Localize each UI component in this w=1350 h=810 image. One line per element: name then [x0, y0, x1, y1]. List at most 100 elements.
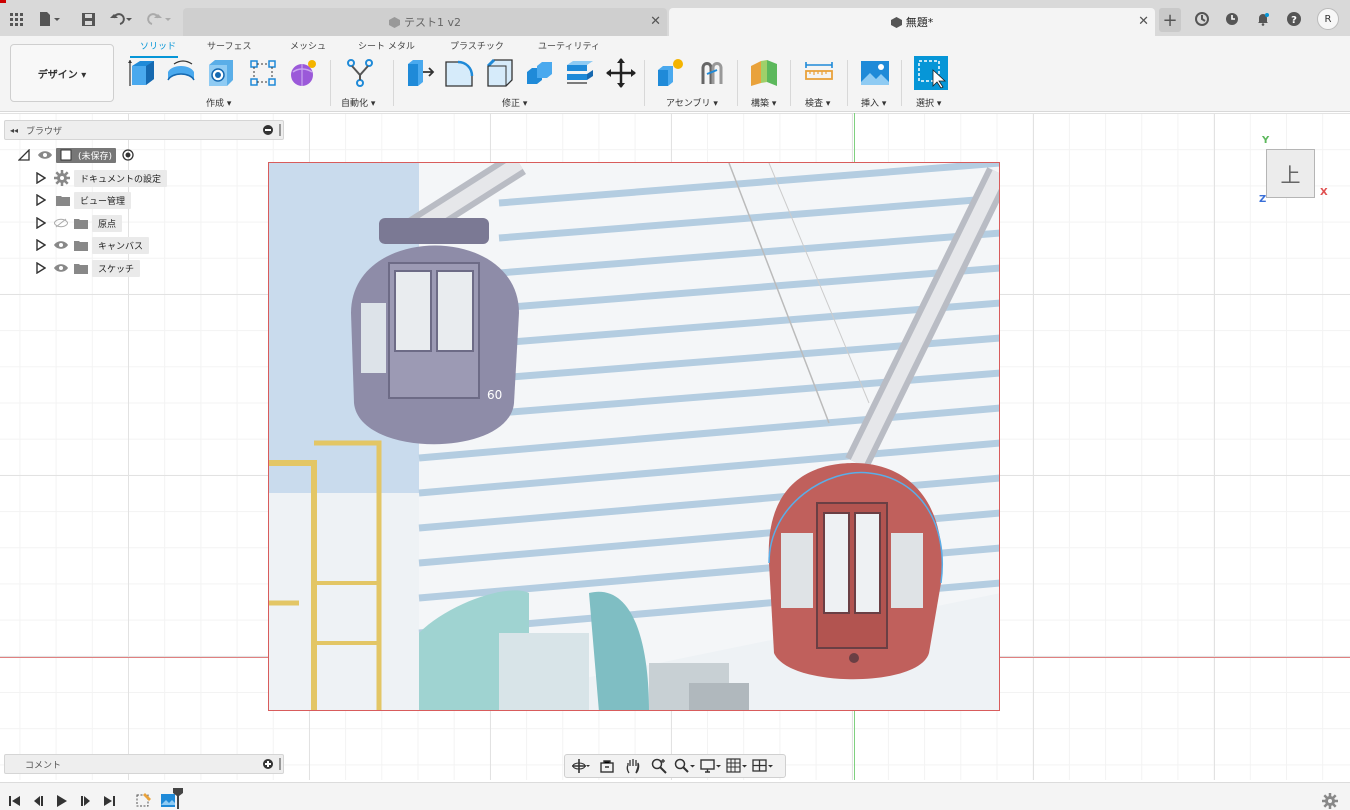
tab-sheet-metal[interactable]: シート メタル	[358, 39, 415, 52]
new-tab-button[interactable]: +	[1159, 8, 1181, 32]
fit-zoom-icon[interactable]	[673, 756, 697, 776]
undo-icon[interactable]	[108, 8, 136, 30]
group-inspect-label[interactable]: 検査 ▾	[805, 96, 830, 109]
browser-root-node[interactable]: (未保存)	[18, 146, 134, 164]
play-icon[interactable]	[55, 795, 69, 807]
go-to-start-icon[interactable]	[8, 795, 22, 807]
group-select-label[interactable]: 選択 ▾	[916, 96, 941, 109]
fillet-icon[interactable]	[444, 58, 474, 88]
minimize-panel-icon[interactable]	[263, 125, 273, 135]
item-label: キャンバス	[92, 236, 150, 254]
group-insert-label[interactable]: 挿入 ▾	[861, 96, 886, 109]
tab-utilities[interactable]: ユーティリティ	[538, 39, 600, 52]
activate-radio-icon[interactable]	[122, 149, 134, 161]
grid-settings-icon[interactable]	[725, 756, 749, 776]
timeline-sketch-feature-icon[interactable]	[136, 792, 152, 808]
tab-mesh[interactable]: メッシュ	[290, 39, 326, 52]
root-component-chip[interactable]: (未保存)	[56, 147, 117, 163]
tab-solid[interactable]: ソリッド	[140, 39, 176, 52]
panel-grip-handle[interactable]	[279, 124, 281, 136]
pan-hand-icon[interactable]	[621, 756, 645, 776]
ribbon-separator	[847, 60, 848, 106]
joint-icon[interactable]	[697, 58, 727, 88]
document-tab-2[interactable]: 無題* ✕	[669, 8, 1155, 36]
help-icon[interactable]: ?	[1284, 8, 1304, 30]
orbit-icon[interactable]	[569, 756, 593, 776]
collapsed-triangle-icon[interactable]	[36, 239, 46, 251]
group-assemble-label[interactable]: アセンブリ ▾	[666, 96, 718, 109]
item-label: 原点	[92, 214, 123, 232]
panel-grip-handle[interactable]	[279, 758, 281, 770]
look-at-icon[interactable]	[595, 756, 619, 776]
browser-panel-header[interactable]: ◂◂ ブラウザ	[4, 120, 284, 140]
redo-icon[interactable]	[144, 8, 174, 30]
root-label: (未保存)	[78, 151, 113, 162]
job-status-icon[interactable]	[1192, 8, 1212, 30]
eye-hidden-icon[interactable]	[54, 218, 68, 228]
comments-panel-header[interactable]: コメント	[4, 754, 284, 774]
shell-icon[interactable]	[565, 58, 595, 88]
eye-icon[interactable]	[54, 240, 68, 250]
group-automate-label[interactable]: 自動化 ▾	[341, 96, 375, 109]
viewcube[interactable]: Y 上 X Z	[1258, 135, 1330, 209]
timeline-settings-gear-icon[interactable]	[1322, 793, 1338, 809]
measure-icon[interactable]	[804, 58, 834, 88]
save-icon[interactable]	[78, 8, 98, 30]
user-avatar[interactable]: R	[1317, 8, 1339, 30]
group-create-label[interactable]: 作成 ▾	[206, 96, 231, 109]
close-tab-icon[interactable]: ✕	[1138, 14, 1149, 29]
ribbon-separator	[330, 60, 331, 106]
create-form-icon[interactable]	[288, 58, 318, 88]
canvas-image-ferris-wheel[interactable]: 60	[268, 162, 1000, 711]
automate-icon[interactable]	[345, 58, 375, 88]
browser-item-document-settings[interactable]: ドキュメントの設定	[36, 169, 168, 187]
hole-icon[interactable]	[206, 58, 236, 88]
collapsed-triangle-icon[interactable]	[36, 194, 46, 206]
viewports-icon[interactable]	[751, 756, 775, 776]
eye-icon[interactable]	[54, 263, 68, 273]
group-modify-label[interactable]: 修正 ▾	[502, 96, 527, 109]
file-menu-icon[interactable]	[34, 8, 66, 30]
select-icon[interactable]	[914, 56, 948, 90]
browser-item-named-views[interactable]: ビュー管理	[36, 191, 132, 209]
collapsed-triangle-icon[interactable]	[36, 217, 46, 229]
chamfer-icon[interactable]	[485, 58, 515, 88]
app-grid-icon[interactable]	[6, 8, 26, 30]
new-component-icon[interactable]	[128, 58, 158, 88]
collapsed-triangle-icon[interactable]	[36, 172, 46, 184]
collapse-panel-icon[interactable]: ◂◂	[10, 126, 18, 135]
collapsed-triangle-icon[interactable]	[36, 262, 46, 274]
combine-icon[interactable]	[525, 58, 555, 88]
rectangular-pattern-icon[interactable]	[248, 58, 278, 88]
clock-icon[interactable]	[1222, 8, 1242, 30]
viewcube-top-face[interactable]: 上	[1266, 149, 1315, 198]
tab-surface[interactable]: サーフェス	[207, 39, 251, 52]
close-tab-icon[interactable]: ✕	[650, 14, 661, 29]
revolve-icon[interactable]	[166, 58, 196, 88]
document-tab-1[interactable]: テスト1 v2 ✕	[183, 8, 667, 36]
folder-icon	[74, 263, 88, 274]
insert-canvas-icon[interactable]	[860, 58, 890, 88]
group-construct-label[interactable]: 構築 ▾	[751, 96, 776, 109]
notification-bell-icon[interactable]	[1253, 8, 1273, 30]
press-pull-icon[interactable]	[405, 58, 435, 88]
step-forward-icon[interactable]	[78, 795, 92, 807]
display-settings-icon[interactable]	[699, 756, 723, 776]
browser-item-canvases[interactable]: キャンバス	[36, 236, 150, 254]
browser-item-origin[interactable]: 原点	[36, 214, 123, 232]
offset-plane-icon[interactable]	[749, 58, 779, 88]
zoom-icon[interactable]	[647, 756, 671, 776]
add-comment-icon[interactable]	[263, 759, 273, 769]
tab-label: 無題*	[905, 16, 934, 29]
go-to-end-icon[interactable]	[102, 795, 116, 807]
expanded-triangle-icon[interactable]	[18, 149, 30, 161]
viewport-canvas[interactable]: 60	[0, 113, 1350, 780]
eye-icon[interactable]	[38, 150, 52, 160]
browser-item-sketches[interactable]: スケッチ	[36, 259, 141, 277]
workspace-switcher[interactable]: デザイン ▾	[10, 44, 114, 102]
move-icon[interactable]	[606, 58, 636, 88]
tab-plastic[interactable]: プラスチック	[450, 39, 504, 52]
step-back-icon[interactable]	[32, 795, 46, 807]
new-component-assembly-icon[interactable]	[656, 58, 686, 88]
timeline-marker-icon[interactable]	[172, 787, 184, 809]
